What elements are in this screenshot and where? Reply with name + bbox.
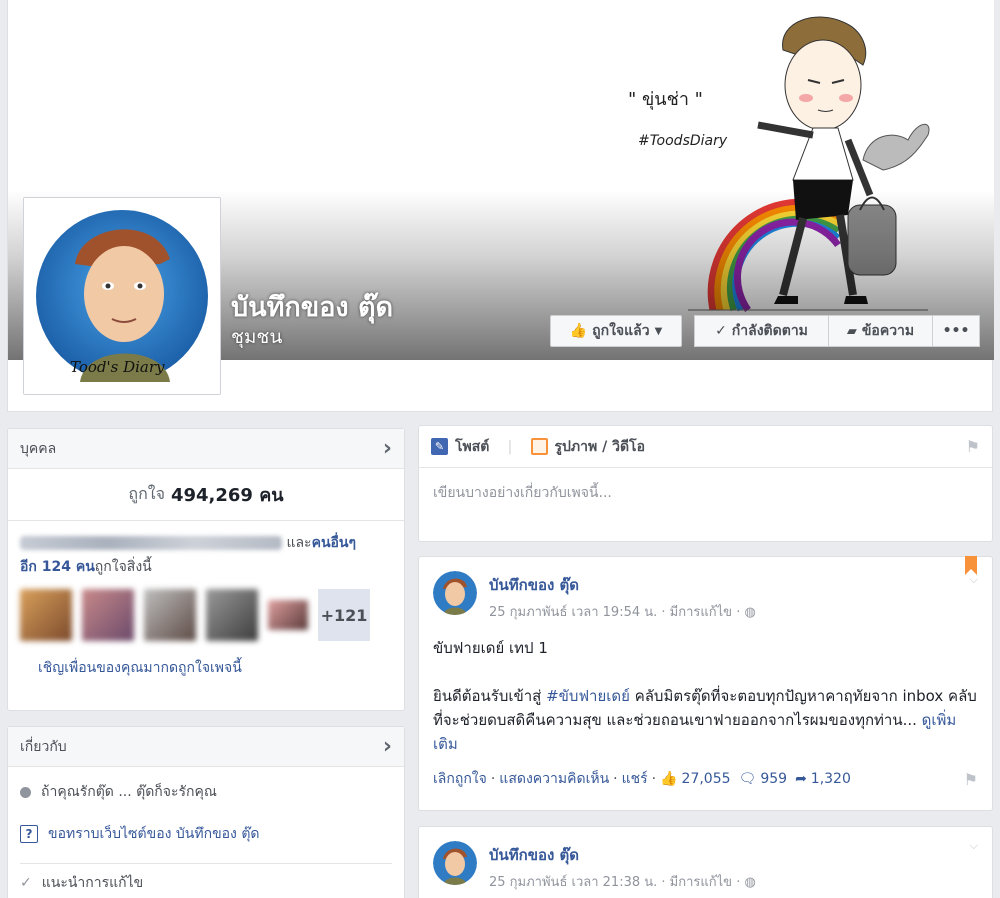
invite-friends-link[interactable]: เชิญเพื่อนของคุณมากดถูกใจเพจนี้: [8, 641, 404, 679]
blurred-friend-names: [20, 536, 282, 550]
suggest-edits-row[interactable]: ✓ แนะนำการแก้ไข: [8, 864, 404, 898]
check-icon: ✓: [715, 323, 727, 339]
comments-count[interactable]: 959: [760, 771, 787, 787]
post-hashtag[interactable]: #ขับฟายเดย์: [546, 687, 630, 705]
people-card: บุคคล › ถูกใจ 494,269 คน และคนอื่นๆ อีก …: [7, 428, 405, 711]
people-header[interactable]: บุคคล ›: [8, 429, 404, 469]
caret-down-icon: ▼: [654, 325, 663, 337]
flag-icon[interactable]: ⚑: [964, 770, 978, 789]
question-icon: ?: [20, 825, 38, 843]
friend-faces: +121: [8, 579, 404, 641]
about-header[interactable]: เกี่ยวกับ ›: [8, 727, 404, 767]
composer-tabs: ✎ โพสต์ | รูปภาพ / วิดีโอ ⚑: [419, 426, 992, 468]
others-count-link[interactable]: อีก 124 คน: [20, 559, 95, 575]
comment-icon: 🗨: [738, 771, 757, 787]
message-label: ข้อความ: [861, 323, 915, 339]
flag-icon[interactable]: ⚑: [966, 437, 980, 456]
comment-link[interactable]: แสดงความคิดเห็น: [499, 768, 609, 790]
post-author-avatar[interactable]: [433, 841, 477, 885]
likes-prefix: ถูกใจ: [128, 484, 165, 503]
more-friends-count[interactable]: +121: [318, 589, 370, 641]
unlike-link[interactable]: เลิกถูกใจ: [433, 768, 487, 790]
post: ⌵ บันทึกของ ตุ๊ด 25 กุมภาพันธ์ เวลา 19:5…: [418, 556, 993, 811]
about-description-row: ถ้าคุณรักตุ๊ด ... ตุ๊ดก็จะรักคุณ: [8, 767, 404, 817]
more-dots-icon: •••: [942, 323, 970, 339]
pencil-icon: ✎: [431, 438, 448, 455]
page-category[interactable]: ชุมชน: [231, 322, 282, 352]
liked-button[interactable]: 👍 ถูกใจแล้ว ▼: [550, 315, 682, 347]
post-author[interactable]: บันทึกของ ตุ๊ด: [489, 843, 756, 867]
friend-avatar[interactable]: [268, 600, 308, 630]
following-label: กำลังติดตาม: [731, 323, 808, 339]
post-text: ยินดีต้อนรับเข้าสู่ #ขับฟายเดย์ คลับมิตร…: [433, 684, 978, 756]
post-actions: เลิกถูกใจ · แสดงความคิดเห็น · แชร์ · 👍 2…: [433, 768, 978, 790]
friend-avatar[interactable]: [82, 589, 134, 641]
thumbs-up-icon: 👍: [569, 323, 588, 339]
globe-icon: ◍: [744, 875, 756, 890]
friends-like-text: และคนอื่นๆ อีก 124 คนถูกใจสิ่งนี้: [8, 521, 404, 579]
following-button[interactable]: ✓ กำลังติดตาม: [694, 315, 829, 347]
post-text-start: ยินดีต้อนรับเข้าสู่: [433, 687, 547, 705]
profile-signature: Tood's Diary: [70, 358, 165, 376]
message-button[interactable]: ▰ ข้อความ: [829, 315, 933, 347]
liked-label: ถูกใจแล้ว: [592, 323, 650, 339]
about-description: ถ้าคุณรักตุ๊ด ... ตุ๊ดก็จะรักคุณ: [41, 784, 217, 800]
globe-icon: ◍: [744, 605, 756, 620]
friend-avatar[interactable]: [144, 589, 196, 641]
about-card: เกี่ยวกับ › ถ้าคุณรักตุ๊ด ... ตุ๊ดก็จะรั…: [7, 726, 405, 898]
friends-and: และ: [286, 535, 312, 551]
composer-input[interactable]: เขียนบางอย่างเกี่ยวกับเพจนี้...: [419, 468, 992, 518]
info-icon: [20, 786, 31, 798]
cover-hashtag: #ToodsDiary: [638, 133, 728, 149]
composer: ✎ โพสต์ | รูปภาพ / วิดีโอ ⚑ เขียนบางอย่า…: [418, 425, 993, 542]
post-meta-text[interactable]: 25 กุมภาพันธ์ เวลา 19:54 น. · มีการแก้ไข…: [489, 605, 740, 620]
shares-count[interactable]: 1,320: [811, 771, 851, 787]
website-request-link[interactable]: ขอทราบเว็บไซต์ของ บันทึกของ ตุ๊ด: [48, 823, 260, 845]
about-heading: เกี่ยวกับ: [20, 738, 67, 755]
thumbs-up-icon: 👍: [660, 771, 678, 787]
post-author-avatar[interactable]: [433, 571, 477, 615]
others-link[interactable]: คนอื่นๆ: [312, 535, 356, 551]
friend-avatar[interactable]: [20, 589, 72, 641]
share-link[interactable]: แชร์: [622, 768, 648, 790]
profile-picture-frame[interactable]: Tood's Diary: [23, 197, 221, 395]
chevron-right-icon: ›: [382, 734, 392, 759]
likes-summary: ถูกใจ 494,269 คน: [8, 469, 404, 521]
speech-bubble-icon: ▰: [846, 323, 857, 339]
website-request-row[interactable]: ? ขอทราบเว็บไซต์ของ บันทึกของ ตุ๊ด: [8, 817, 404, 851]
post-header: บันทึกของ ตุ๊ด 25 กุมภาพันธ์ เวลา 21:38 …: [419, 827, 992, 892]
profile-picture: Tood's Diary: [36, 210, 208, 382]
post-timestamp: 25 กุมภาพันธ์ เวลา 21:38 น. · มีการแก้ไข…: [489, 871, 756, 892]
chevron-right-icon: ›: [382, 436, 392, 461]
post: ⌵ บันทึกของ ตุ๊ด 25 กุมภาพันธ์ เวลา 21:3…: [418, 826, 993, 898]
friend-avatar[interactable]: [206, 589, 258, 641]
post-menu-chevron-icon[interactable]: ⌵: [970, 839, 978, 853]
photo-icon: [530, 438, 548, 455]
post-content: ขับฟายเดย์ เทป 1 ยินดีต้อนรับเข้าสู่ #ขั…: [419, 622, 992, 756]
likes-count[interactable]: 27,055: [682, 771, 731, 787]
post-header: บันทึกของ ตุ๊ด 25 กุมภาพันธ์ เวลา 19:54 …: [419, 557, 992, 622]
more-options-button[interactable]: •••: [933, 315, 980, 347]
likes-this-text: ถูกใจสิ่งนี้: [94, 559, 152, 575]
page-action-buttons: ✓ กำลังติดตาม ▰ ข้อความ •••: [694, 315, 980, 347]
tab-post[interactable]: ✎ โพสต์: [431, 436, 489, 458]
likes-count: 494,269 คน: [170, 485, 284, 506]
post-meta-text[interactable]: 25 กุมภาพันธ์ เวลา 21:38 น. · มีการแก้ไข…: [489, 875, 740, 890]
suggest-edits-label: แนะนำการแก้ไข: [41, 875, 144, 891]
check-icon: ✓: [20, 875, 32, 891]
tab-photo-label: รูปภาพ / วิดีโอ: [554, 438, 645, 455]
cover-caption: " ขุ่นช่า ": [628, 89, 703, 110]
post-timestamp: 25 กุมภาพันธ์ เวลา 19:54 น. · มีการแก้ไข…: [489, 601, 756, 622]
tab-photo-video[interactable]: รูปภาพ / วิดีโอ: [530, 436, 645, 458]
post-title-line: ขับฟายเดย์ เทป 1: [433, 639, 548, 657]
post-author[interactable]: บันทึกของ ตุ๊ด: [489, 573, 756, 597]
share-arrow-icon: ➦: [795, 771, 807, 787]
tab-post-label: โพสต์: [455, 438, 490, 455]
tab-separator: |: [507, 438, 513, 455]
people-heading: บุคคล: [20, 440, 57, 457]
page-cover: " ขุ่นช่า " #ToodsDiary Tood's Diary บัน…: [7, 0, 994, 412]
post-menu-chevron-icon[interactable]: ⌵: [970, 573, 978, 587]
